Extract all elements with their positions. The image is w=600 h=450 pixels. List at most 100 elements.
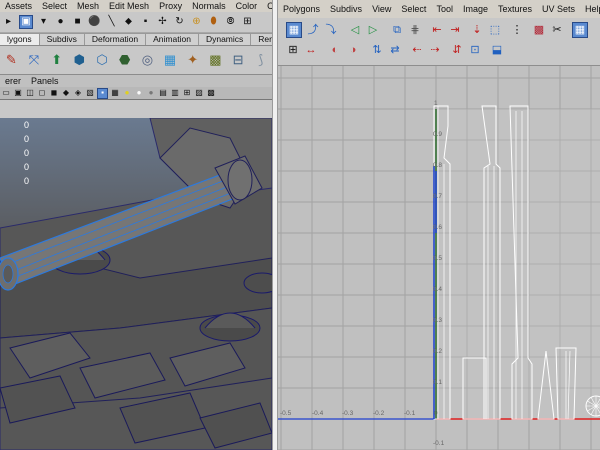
uv-menu-select[interactable]: Select — [396, 4, 431, 14]
shadow-icon[interactable]: ● — [146, 88, 156, 98]
normalize-icon[interactable]: ⇠ — [410, 43, 424, 57]
swap-icon[interactable]: ⇵ — [450, 43, 464, 57]
relax-icon[interactable]: ◑ — [346, 43, 360, 57]
grid-display-icon[interactable]: ▦ — [572, 22, 588, 38]
menu-edit-mesh[interactable]: Edit Mesh — [104, 1, 154, 11]
shade-uv-icon[interactable]: ⇢ — [428, 43, 442, 57]
sphere-icon[interactable]: ◎ — [139, 51, 156, 69]
snapshot-icon[interactable]: ✂ — [550, 23, 564, 37]
isolate-select-icon[interactable]: ▩ — [206, 88, 216, 98]
select-uv-icon[interactable]: ⊞ — [286, 43, 300, 57]
extrude-icon[interactable]: ⬆ — [48, 51, 65, 69]
grid-toggle-icon[interactable]: ⊞ — [182, 88, 192, 98]
smooth-icon[interactable]: ⬡ — [94, 51, 111, 69]
tab-deformation[interactable]: Deformation — [83, 33, 146, 45]
menu-normals[interactable]: Normals — [187, 1, 231, 11]
uv-menu-help[interactable]: Help — [580, 4, 600, 14]
menu-select[interactable]: Select — [37, 1, 72, 11]
default-light-icon[interactable]: ● — [134, 88, 144, 98]
lighting-icon[interactable]: ● — [122, 88, 132, 98]
hud-icon[interactable]: ▨ — [194, 88, 204, 98]
move-uv-icon[interactable]: ⤴ — [306, 23, 320, 37]
lock-camera-icon[interactable]: ◫ — [25, 88, 35, 98]
tab-rendering[interactable]: Rendering — [250, 33, 272, 45]
line-icon[interactable]: ╲ — [105, 16, 118, 29]
shell-icon[interactable]: ↔ — [304, 43, 318, 57]
snap-icon[interactable]: ⬮ — [207, 16, 220, 29]
flip-v-icon[interactable]: ▷ — [366, 23, 380, 37]
xray-icon[interactable]: ◈ — [73, 88, 83, 98]
menu-proxy[interactable]: Proxy — [154, 1, 187, 11]
tab-subdivs[interactable]: Subdivs — [38, 33, 84, 45]
y-label-02: 0.2 — [433, 348, 443, 355]
flip-icon[interactable]: ◁ — [348, 23, 362, 37]
lasso-icon[interactable]: ▾ — [37, 16, 50, 29]
cube-icon[interactable]: ⬣ — [116, 51, 133, 69]
film-gate-icon[interactable]: ▥ — [170, 88, 180, 98]
tab-animation[interactable]: Animation — [145, 33, 198, 45]
paint-icon[interactable]: ✎ — [3, 51, 20, 69]
map-icon[interactable]: ⬓ — [490, 43, 504, 57]
texture-shade-icon[interactable]: ▧ — [85, 88, 95, 98]
uv-icon[interactable]: ✢ — [156, 16, 169, 29]
shade-cube-icon[interactable]: ▪ — [97, 87, 108, 99]
wireframe-icon[interactable]: ◻ — [37, 88, 47, 98]
stack-icon[interactable]: ⇥ — [448, 23, 462, 37]
uv-menu-subdivs[interactable]: Subdivs — [325, 4, 367, 14]
rotate-icon[interactable]: ↻ — [173, 16, 186, 29]
axis-icon[interactable]: ⤧ — [26, 51, 43, 69]
grid-icon[interactable]: ⊟ — [230, 51, 247, 69]
magnet-icon[interactable]: ⦾ — [224, 16, 237, 29]
cut-uv-icon[interactable]: ⧉ — [390, 23, 404, 37]
select-tool-icon[interactable]: ▣ — [19, 15, 33, 29]
menu-color[interactable]: Color — [231, 1, 263, 11]
align-icon[interactable]: ⇤ — [430, 23, 444, 37]
sew-uv-icon[interactable]: ⋕ — [408, 23, 422, 37]
uv-menu-textures[interactable]: Textures — [493, 4, 537, 14]
paint-select-icon[interactable]: ● — [54, 16, 67, 29]
tab-dynamics[interactable]: Dynamics — [197, 33, 251, 45]
isolate-icon[interactable]: ◆ — [61, 88, 71, 98]
tab-polygons[interactable]: lygons — [0, 33, 39, 45]
menu-panels[interactable]: Panels — [26, 76, 64, 86]
scale-icon[interactable]: ⊞ — [241, 16, 254, 29]
menu-create-uv[interactable]: Create UV — [262, 1, 272, 11]
light-icon[interactable]: ⟆ — [252, 51, 269, 69]
uv-menu-image[interactable]: Image — [458, 4, 493, 14]
menu-assets[interactable]: Assets — [0, 1, 37, 11]
unpin-icon[interactable]: ⋮ — [510, 23, 524, 37]
distribute-icon[interactable]: ⇄ — [388, 43, 402, 57]
tile-icon[interactable]: ⊡ — [468, 43, 482, 57]
uv-menu-view[interactable]: View — [367, 4, 396, 14]
face-icon[interactable]: ▪ — [139, 16, 152, 29]
straighten-icon[interactable]: ⇅ — [370, 43, 384, 57]
crate-icon[interactable]: ▩ — [207, 51, 224, 69]
bevel-icon[interactable]: ⬢ — [71, 51, 88, 69]
panel-menubar: erer Panels — [0, 75, 272, 87]
point-icon[interactable]: ■ — [71, 16, 84, 29]
arrow-icon[interactable]: ▸ — [2, 16, 15, 29]
checker-shade-icon[interactable]: ▦ — [110, 88, 120, 98]
uv-menu-polygons[interactable]: Polygons — [278, 4, 325, 14]
uv-shelf-icon[interactable]: ▦ — [162, 51, 179, 69]
layout-icon[interactable]: ⇣ — [470, 23, 484, 37]
menu-renderer[interactable]: erer — [0, 76, 26, 86]
grid-view-icon[interactable]: ▦ — [286, 22, 302, 38]
uv-menu-tool[interactable]: Tool — [431, 4, 458, 14]
camera-icon[interactable]: ▭ — [1, 88, 11, 98]
uv-grid-canvas[interactable]: -0.5 -0.4 -0.3 -0.2 -0.1 0 1 0.9 0.8 0.7… — [278, 66, 600, 450]
3d-viewport[interactable]: 0 0 0 0 0 — [0, 118, 272, 450]
vertex-icon[interactable]: ⬥ — [122, 16, 135, 29]
resolution-icon[interactable]: ▤ — [158, 88, 168, 98]
frame-icon[interactable]: ▣ — [13, 88, 23, 98]
uv-menu-uv-sets[interactable]: UV Sets — [537, 4, 580, 14]
move-icon[interactable]: ⚫ — [88, 16, 101, 29]
pin-icon[interactable]: ⬚ — [488, 23, 502, 37]
rotate-uv-icon[interactable]: ⤵ — [324, 23, 338, 37]
texture-icon[interactable]: ✦ — [184, 51, 201, 69]
unfold-icon[interactable]: ◐ — [328, 43, 342, 57]
smooth-shade-icon[interactable]: ◼ — [49, 88, 59, 98]
lock-icon[interactable]: ⊕ — [190, 16, 203, 29]
menu-mesh[interactable]: Mesh — [72, 1, 104, 11]
checker-icon[interactable]: ▩ — [532, 23, 546, 37]
